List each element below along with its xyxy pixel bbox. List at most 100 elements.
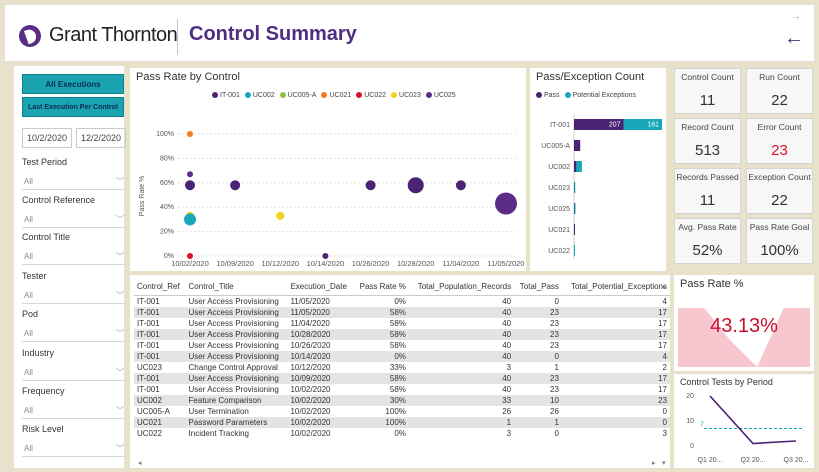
table-cell: 1 (408, 416, 515, 428)
filter-dropdown[interactable]: All ﹀ (22, 249, 126, 265)
table-row[interactable]: IT-001 User Access Provisioning 10/14/2020… (134, 350, 670, 362)
x-tick-label: Q2 20... (741, 457, 766, 464)
table-cell: User Access Provisioning (188, 340, 279, 350)
scatter-point[interactable] (185, 180, 195, 191)
scatter-point[interactable] (230, 180, 241, 191)
filter-dropdown[interactable]: All ﹀ (22, 212, 126, 228)
filter-value: All (24, 252, 33, 261)
chevron-down-icon: ﹀ (116, 406, 124, 415)
x-tick-label: 10/02/2020 (171, 259, 209, 268)
scatter-point[interactable] (187, 253, 193, 259)
date-from-input[interactable]: 10/2/2020 (22, 128, 72, 148)
bar-exception[interactable] (574, 182, 576, 193)
table-cell: 10/02/2020 (287, 394, 354, 406)
kpi-value: 23 (771, 142, 788, 159)
kpi-value: 11 (699, 192, 716, 209)
kpi-card: Record Count 513 (674, 118, 741, 164)
column-header[interactable]: Total_Potential_Exceptions (561, 279, 670, 296)
filter-dropdown[interactable]: All ﹀ (22, 326, 126, 342)
column-header[interactable]: Control_Ref (134, 279, 186, 296)
table-cell: 58% (389, 340, 406, 350)
column-header[interactable]: Control_Title (185, 279, 288, 296)
table-row[interactable]: IT-001 User Access Provisioning 11/05/2020… (134, 306, 670, 318)
table-cell: 30% (353, 394, 409, 406)
table-row[interactable]: IT-001 User Access Provisioning 11/04/2020… (134, 318, 670, 329)
filter-dropdown[interactable]: All ﹀ (22, 174, 126, 190)
table-cell: 1 (514, 416, 562, 428)
executions-table: Control_Ref Control_Title Execution_Date Pa… (134, 279, 670, 439)
table-cell: Incident Tracking (188, 428, 250, 438)
all-executions-button[interactable]: All Executions (22, 74, 124, 94)
scroll-left-icon[interactable]: ◂ (138, 459, 142, 467)
table-cell: User Termination (188, 406, 249, 416)
bar-exception[interactable] (576, 161, 582, 172)
filter-dropdown[interactable]: All ﹀ (22, 441, 126, 457)
scatter-point[interactable] (276, 211, 285, 220)
filter-value: All (24, 368, 33, 377)
trend-line-chart: 20 10 0 7 Q1 20... Q2 20... Q3 20... (686, 393, 808, 464)
table-cell: 3 (662, 428, 667, 438)
table-cell: 3 (506, 428, 512, 438)
table-cell: IT-001 (134, 328, 186, 340)
bar-category-label: UC022 (548, 248, 570, 255)
bar-exception[interactable] (574, 245, 575, 256)
table-row[interactable]: IT-001 User Access Provisioning 10/28/2020… (134, 328, 670, 340)
table-cell: 58% (353, 372, 409, 384)
table-cell: 10/02/2020 (290, 428, 331, 438)
filter-label: Control Reference (22, 195, 96, 205)
column-header[interactable]: Pass Rate % (353, 279, 409, 296)
filter-value: All (24, 291, 33, 300)
table-cell: IT-001 (134, 306, 186, 318)
filter-dropdown[interactable]: All ﹀ (22, 403, 126, 419)
forward-arrow-icon[interactable]: → (788, 7, 802, 23)
bar-pass[interactable] (574, 140, 581, 151)
scatter-point[interactable] (187, 171, 193, 178)
table-row[interactable]: UC023 Change Control Approval 10/12/2020 33… (134, 362, 670, 373)
last-execution-per-control-button[interactable]: Last Execution Per Control (22, 97, 124, 117)
table-cell: 10/02/2020 (287, 416, 354, 428)
bar-category-label: UC005-A (541, 143, 570, 150)
table-row[interactable]: IT-001 User Access Provisioning 10/02/2020… (134, 384, 670, 395)
date-to-input[interactable]: 12/2/2020 (76, 128, 126, 148)
table-cell: 0% (394, 428, 406, 438)
y-tick-label: 60% (160, 180, 174, 187)
scatter-point[interactable] (187, 131, 193, 137)
scatter-point[interactable] (455, 180, 466, 191)
scroll-down-icon[interactable]: ▾ (662, 459, 666, 467)
scroll-right-icon[interactable]: ▸ (652, 459, 656, 467)
table-row[interactable]: UC021 Password Parameters 10/02/2020 100% 1 1… (134, 416, 670, 428)
filter-dropdown[interactable]: All ﹀ (22, 365, 126, 381)
scatter-point[interactable] (322, 253, 329, 259)
column-header[interactable]: Total_Population_Records (408, 279, 515, 296)
chevron-down-icon: ﹀ (116, 368, 124, 377)
table-cell: User Access Provisioning (188, 384, 279, 394)
kpi-card: Control Count 11 (674, 68, 741, 114)
table-row[interactable]: UC002 Feature Comparison 10/02/2020 30% 33 10… (134, 394, 670, 406)
table-cell: IT-001 (137, 318, 160, 328)
trend-line[interactable] (709, 395, 797, 445)
table-row[interactable]: IT-001 User Access Provisioning 10/26/2020… (134, 340, 670, 351)
scatter-point[interactable] (365, 180, 376, 191)
table-cell: 11/04/2020 (290, 318, 330, 328)
bar-pass[interactable] (574, 224, 575, 235)
scatter-point[interactable] (407, 177, 424, 194)
pass-rate-percent-panel: Pass Rate % 43.13% (674, 275, 814, 371)
back-arrow-icon[interactable]: ← (784, 27, 804, 50)
scatter-point[interactable] (184, 213, 196, 226)
scroll-up-icon[interactable]: ▴ (662, 282, 666, 290)
filter-dropdown[interactable]: All ﹀ (22, 288, 126, 304)
table-cell: 4 (662, 296, 667, 306)
scatter-point[interactable] (495, 192, 517, 215)
kpi-label: Pass Rate Goal (749, 222, 810, 232)
table-row[interactable]: UC022 Incident Tracking 10/02/2020 0% 3 0 3 (134, 428, 670, 439)
bar-exception[interactable] (574, 203, 576, 214)
table-row[interactable]: UC005-A User Termination 10/02/2020 100% 26 2… (134, 406, 670, 417)
table-row[interactable]: IT-001 User Access Provisioning 10/09/2020… (134, 372, 670, 384)
table-row[interactable]: IT-001 User Access Provisioning 11/05/2020… (134, 295, 670, 307)
table-cell: 0 (662, 406, 667, 416)
column-header[interactable]: Execution_Date (287, 279, 354, 296)
table-cell: 40 (408, 328, 515, 340)
bar-pass[interactable] (574, 161, 577, 172)
table-cell: 40 (502, 384, 512, 394)
column-header[interactable]: Total_Pass (514, 279, 562, 296)
